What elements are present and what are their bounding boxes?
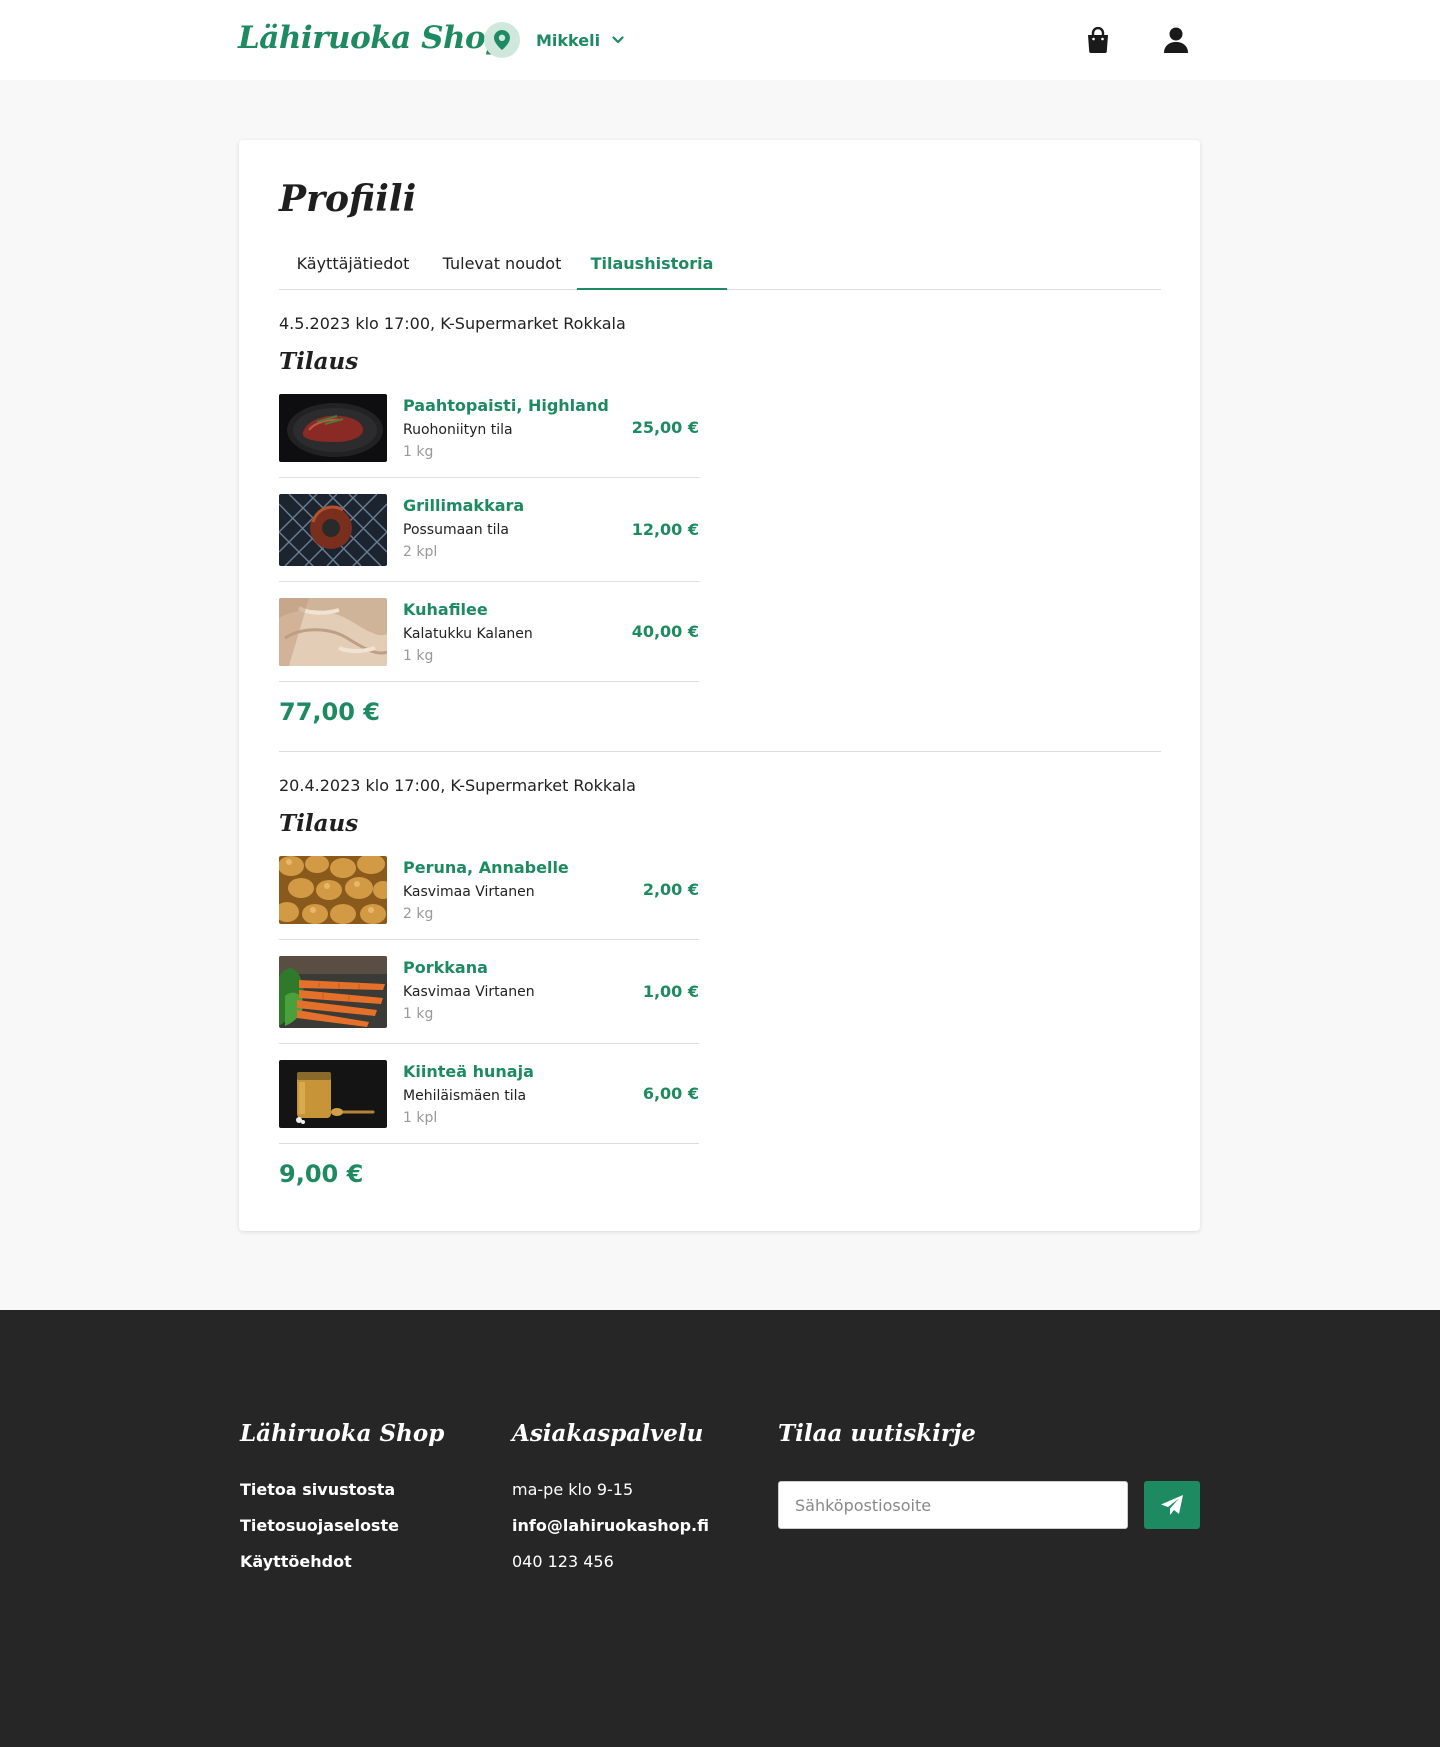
tab-kayttajatiedot[interactable]: Käyttäjätiedot — [279, 240, 427, 290]
profile-tabs: Käyttäjätiedot Tulevat noudot Tilaushist… — [279, 240, 1161, 290]
order-total: 77,00 € — [279, 698, 380, 726]
product-quantity: 1 kg — [403, 1006, 434, 1022]
product-quantity: 2 kg — [403, 906, 434, 922]
product-name[interactable]: Kiinteä hunaja — [403, 1062, 534, 1081]
site-footer: Lähiruoka Shop Tietoa sivustosta Tietosu… — [0, 1310, 1440, 1747]
product-farm: Possumaan tila — [403, 522, 509, 538]
location-label: Mikkeli — [536, 30, 601, 50]
footer-service-phone: 040 123 456 — [512, 1552, 614, 1571]
order-total: 9,00 € — [279, 1160, 364, 1188]
order-heading: Tilaus — [279, 348, 359, 375]
product-price: 6,00 € — [642, 1084, 699, 1103]
user-icon[interactable] — [1162, 26, 1190, 54]
product-farm: Kasvimaa Virtanen — [403, 884, 535, 900]
order-item: Grillimakkara Possumaan tila 2 kpl 12,00… — [279, 494, 699, 582]
order-meta: 20.4.2023 klo 17:00, K-Supermarket Rokka… — [279, 776, 636, 795]
footer-link-terms[interactable]: Käyttöehdot — [240, 1552, 352, 1571]
order-item: Kiinteä hunaja Mehiläismäen tila 1 kpl 6… — [279, 1060, 699, 1144]
order-item: Porkkana Kasvimaa Virtanen 1 kg 1,00 € — [279, 956, 699, 1044]
footer-brand-heading: Lähiruoka Shop — [240, 1420, 445, 1447]
order-divider — [279, 751, 1161, 752]
send-icon — [1160, 1494, 1184, 1516]
product-name[interactable]: Grillimakkara — [403, 496, 524, 515]
product-price: 40,00 € — [631, 622, 699, 641]
product-quantity: 1 kg — [403, 648, 434, 664]
product-quantity: 1 kg — [403, 444, 434, 460]
footer-service-email[interactable]: info@lahiruokashop.fi — [512, 1516, 709, 1535]
tab-tilaushistoria[interactable]: Tilaushistoria — [577, 240, 727, 290]
newsletter-email-input[interactable] — [778, 1481, 1128, 1529]
product-quantity: 1 kpl — [403, 1110, 438, 1126]
product-farm: Ruohoniityn tila — [403, 422, 513, 438]
page-title: Profiili — [279, 178, 417, 220]
order-heading: Tilaus — [279, 810, 359, 837]
shopping-bag-icon[interactable] — [1084, 26, 1112, 54]
product-name[interactable]: Kuhafilee — [403, 600, 488, 619]
tab-tulevat-noudot[interactable]: Tulevat noudot — [427, 240, 577, 290]
product-farm: Mehiläismäen tila — [403, 1088, 527, 1104]
product-farm: Kasvimaa Virtanen — [403, 984, 535, 1000]
product-price: 1,00 € — [642, 982, 699, 1001]
product-image-honey-jar — [279, 1060, 387, 1128]
footer-service-hours: ma-pe klo 9-15 — [512, 1480, 634, 1499]
footer-service-heading: Asiakaspalvelu — [512, 1420, 704, 1447]
profile-card: Profiili Käyttäjätiedot Tulevat noudot T… — [239, 140, 1200, 1231]
product-image-fish-fillet — [279, 598, 387, 666]
order-item: Paahtopaisti, Highland Ruohoniityn tila … — [279, 394, 699, 478]
product-quantity: 2 kpl — [403, 544, 438, 560]
product-price: 12,00 € — [631, 520, 699, 539]
site-logo[interactable]: Lähiruoka Shop — [238, 20, 507, 56]
order-item: Kuhafilee Kalatukku Kalanen 1 kg 40,00 € — [279, 598, 699, 682]
chevron-down-icon — [612, 36, 624, 44]
location-pin-icon — [484, 22, 520, 58]
product-farm: Kalatukku Kalanen — [403, 626, 533, 642]
product-name[interactable]: Peruna, Annabelle — [403, 858, 569, 877]
order-meta: 4.5.2023 klo 17:00, K-Supermarket Rokkal… — [279, 314, 626, 333]
product-image-potatoes — [279, 856, 387, 924]
newsletter-submit-button[interactable] — [1144, 1481, 1200, 1529]
product-image-carrots — [279, 956, 387, 1028]
location-selector[interactable]: Mikkeli — [484, 22, 624, 58]
footer-link-privacy[interactable]: Tietosuojaseloste — [240, 1516, 399, 1535]
product-image-steak — [279, 394, 387, 462]
product-name[interactable]: Paahtopaisti, Highland — [403, 396, 609, 415]
site-header: Lähiruoka Shop Mikkeli — [0, 0, 1440, 80]
product-image-sausage — [279, 494, 387, 566]
product-price: 25,00 € — [631, 418, 699, 437]
footer-newsletter-heading: Tilaa uutiskirje — [778, 1420, 976, 1447]
order-item: Peruna, Annabelle Kasvimaa Virtanen 2 kg… — [279, 856, 699, 940]
product-name[interactable]: Porkkana — [403, 958, 488, 977]
product-price: 2,00 € — [642, 880, 699, 899]
footer-link-about[interactable]: Tietoa sivustosta — [240, 1480, 395, 1499]
